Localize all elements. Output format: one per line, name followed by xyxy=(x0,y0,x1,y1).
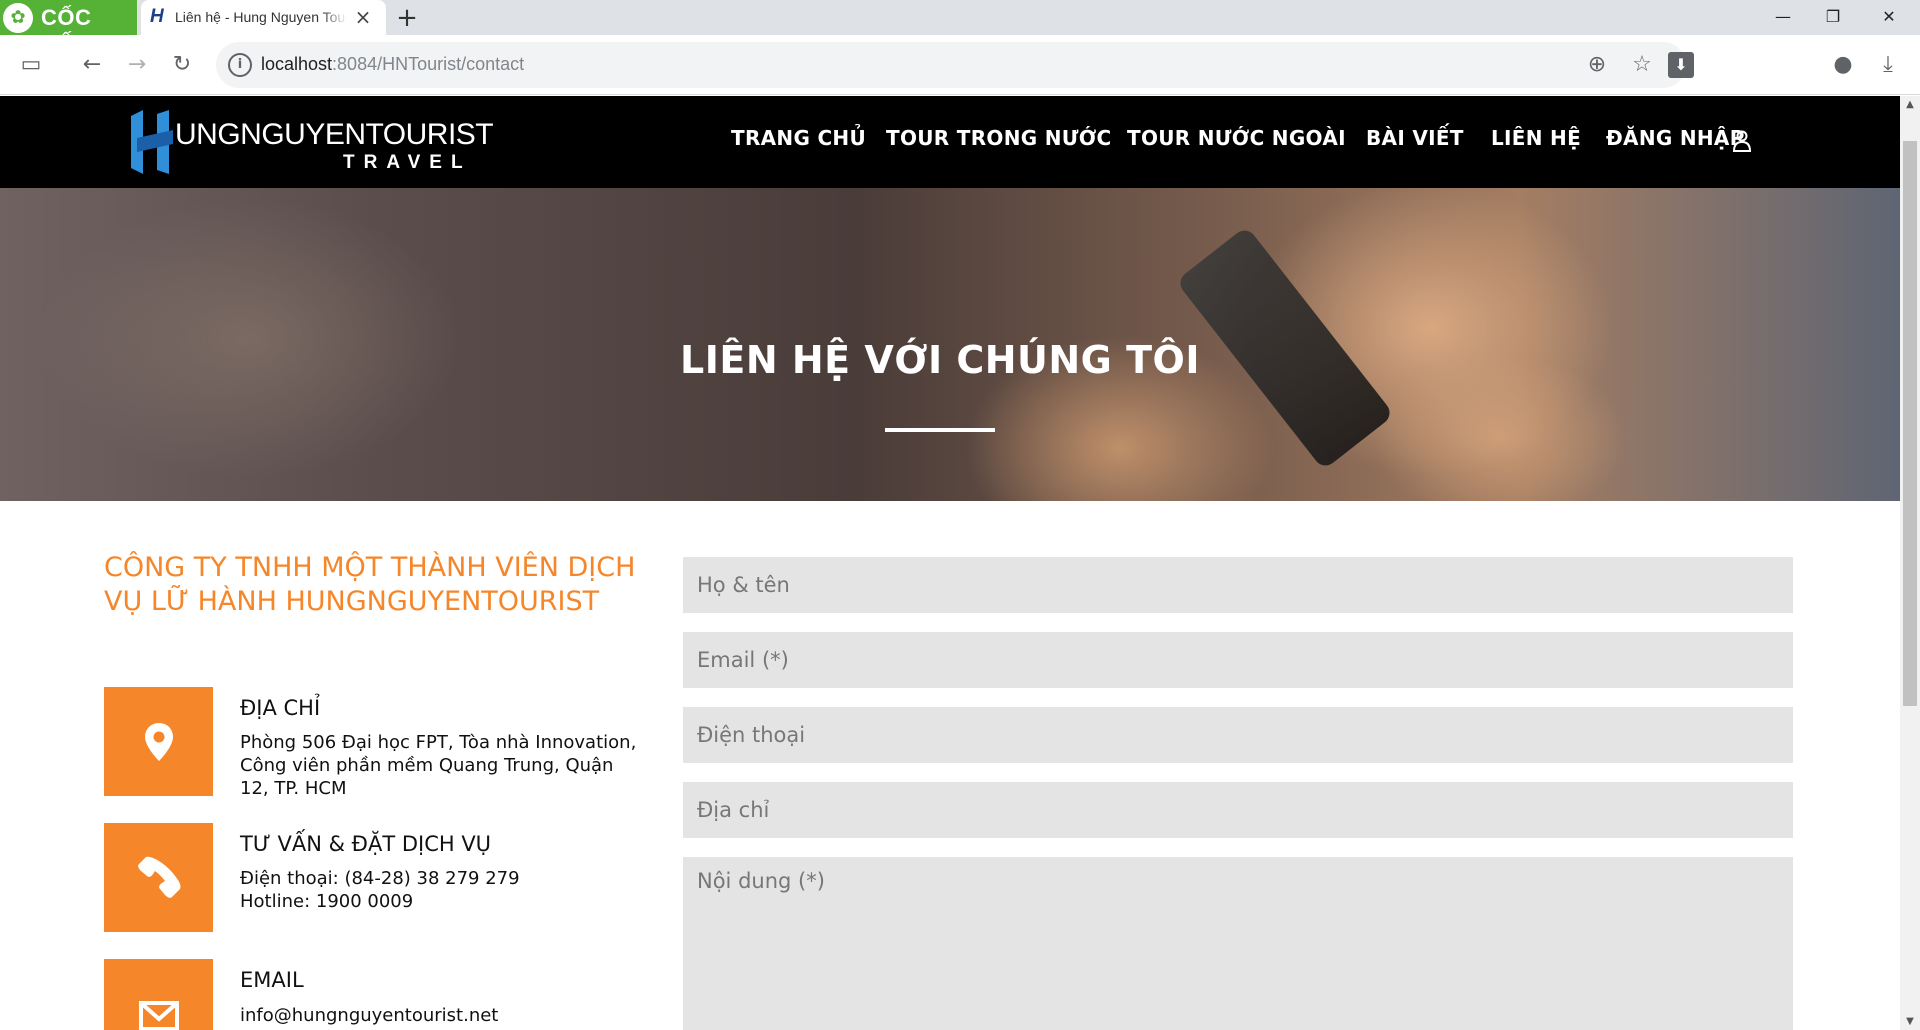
scroll-down-arrow-icon[interactable]: ▼ xyxy=(1900,1013,1920,1030)
logo-subtitle: TRAVEL xyxy=(343,152,472,173)
service-heading: TƯ VẤN & ĐẶT DỊCH VỤ xyxy=(240,832,492,856)
email-field[interactable] xyxy=(683,632,1793,688)
browser-toolbar: ▭ ← → ↻ i localhost:8084/HNTourist/conta… xyxy=(0,35,1920,95)
browser-tab-bar: ✿ CỐC CỐC H Liên hệ - Hung Nguyen Touris… xyxy=(0,0,1920,56)
site-favicon-icon: H xyxy=(150,6,164,27)
browser-brand-button[interactable]: ✿ CỐC CỐC xyxy=(0,0,137,56)
user-icon[interactable] xyxy=(1732,130,1752,152)
scroll-thumb[interactable] xyxy=(1903,141,1917,706)
downloads-icon[interactable]: ⤓ xyxy=(1873,50,1903,80)
minimize-window-icon[interactable]: — xyxy=(1760,0,1806,34)
message-textarea[interactable] xyxy=(683,857,1793,1030)
forward-arrow-icon[interactable]: → xyxy=(122,50,152,80)
nav-contact[interactable]: LIÊN HỆ xyxy=(1491,126,1581,156)
tab-contact[interactable]: H Liên hệ - Hung Nguyen Tourist × xyxy=(141,0,386,35)
envelope-icon xyxy=(139,1001,179,1030)
address-heading: ĐỊA CHỈ xyxy=(240,696,321,720)
address-bar[interactable]: i localhost:8084/HNTourist/contact ⊕ ☆ ⬇ xyxy=(216,42,1694,88)
company-name: CÔNG TY TNHH MỘT THÀNH VIÊN DỊCH VỤ LỮ H… xyxy=(104,552,636,617)
email-icon-box xyxy=(104,959,213,1030)
site-header: UNGNGUYENTOURIST TRAVEL TRANG CHỦ TOUR T… xyxy=(0,96,1900,188)
back-arrow-icon[interactable]: ← xyxy=(77,50,107,80)
site-logo[interactable]: UNGNGUYENTOURIST TRAVEL xyxy=(127,110,494,176)
coccoc-logo-icon: ✿ xyxy=(3,3,33,33)
download-page-icon[interactable]: ⬇ xyxy=(1668,52,1694,78)
address-icon-box xyxy=(104,687,213,796)
hero-title: LIÊN HỆ VỚI CHÚNG TÔI xyxy=(680,338,1200,382)
phone-text: Điện thoại: (84-28) 38 279 279 xyxy=(240,868,520,889)
nav-articles[interactable]: BÀI VIẾT xyxy=(1366,126,1464,156)
nav-domestic-tours[interactable]: TOUR TRONG NƯỚC xyxy=(886,126,1112,156)
address-field[interactable] xyxy=(683,782,1793,838)
url-path: :8084/HNTourist/contact xyxy=(332,54,525,74)
address-text: Phòng 506 Đại học FPT, Tòa nhà Innovatio… xyxy=(240,732,637,799)
bookmark-star-icon[interactable]: ☆ xyxy=(1627,50,1657,80)
scroll-up-arrow-icon[interactable]: ▲ xyxy=(1900,96,1920,113)
phone-field[interactable] xyxy=(683,707,1793,763)
tab-close-icon[interactable]: × xyxy=(351,6,375,30)
hero-divider xyxy=(885,428,995,432)
hotline-text: Hotline: 1900 0009 xyxy=(240,891,414,912)
reload-icon[interactable]: ↻ xyxy=(167,50,197,80)
profile-icon[interactable]: ● xyxy=(1828,50,1858,80)
nav-international-tours[interactable]: TOUR NƯỚC NGOÀI xyxy=(1127,126,1346,156)
url-host: localhost xyxy=(261,54,333,74)
new-tab-button[interactable]: + xyxy=(392,3,422,33)
site-info-icon[interactable]: i xyxy=(228,53,252,77)
address-url[interactable]: localhost:8084/HNTourist/contact xyxy=(261,54,524,75)
logo-wordmark: UNGNGUYENTOURIST xyxy=(175,118,494,151)
phone-icon-box xyxy=(104,823,213,932)
phone-icon xyxy=(138,856,181,898)
sidebar-toggle-icon[interactable]: ▭ xyxy=(16,50,46,80)
name-field[interactable] xyxy=(683,557,1793,613)
tab-title: Liên hệ - Hung Nguyen Tourist xyxy=(175,9,347,25)
email-heading: EMAIL xyxy=(240,968,304,992)
restore-window-icon[interactable]: ❐ xyxy=(1810,0,1856,34)
location-pin-icon xyxy=(145,723,173,761)
zoom-icon[interactable]: ⊕ xyxy=(1582,50,1612,80)
email-text: info@hungnguyentourist.net xyxy=(240,1005,499,1026)
close-window-icon[interactable]: ✕ xyxy=(1866,0,1912,34)
logo-h-icon xyxy=(131,110,173,174)
page-viewport: UNGNGUYENTOURIST TRAVEL TRANG CHỦ TOUR T… xyxy=(0,96,1900,1030)
nav-login[interactable]: ĐĂNG NHẬP xyxy=(1606,126,1745,156)
hero-banner: LIÊN HỆ VỚI CHÚNG TÔI xyxy=(0,188,1900,501)
nav-home[interactable]: TRANG CHỦ xyxy=(731,126,866,156)
page-scrollbar[interactable]: ▲ ▼ xyxy=(1900,96,1920,1030)
